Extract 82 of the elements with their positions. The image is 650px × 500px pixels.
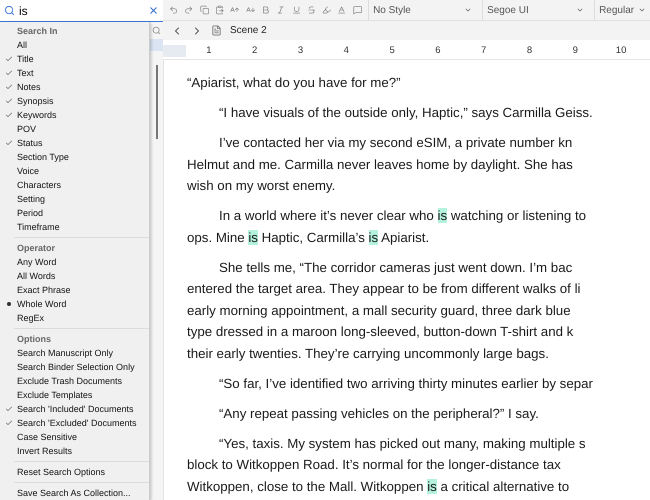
ruler-number: 9 [572,45,579,56]
menu-header: Options [16,333,52,346]
menu-item[interactable]: Reset Search Options [0,465,149,479]
undo-icon[interactable] [169,4,178,16]
menu-item[interactable]: RegEx [0,311,149,325]
menu-item[interactable]: Search 'Excluded' Documents [0,416,149,430]
text-line: In a world where it’s never clear who is watching or listening to [218,207,588,225]
menu-item[interactable]: Whole Word [0,297,149,311]
menu-item[interactable]: Voice [0,164,149,178]
highlighter-icon[interactable] [322,4,332,16]
search-icon [152,26,161,35]
menu-item[interactable]: Period [0,206,149,220]
menu-item[interactable]: Search 'Included' Documents [0,402,149,416]
menu-item[interactable]: All [0,38,149,52]
search-icon [4,5,15,16]
menu-item[interactable]: Characters [0,178,149,192]
caret-icon [576,6,584,14]
menu-item[interactable]: Timeframe [0,220,149,234]
menu-item[interactable]: Save Search As Collection... [0,486,149,500]
menu-item[interactable]: Exclude Trash Documents [0,374,149,388]
close-icon[interactable] [148,5,159,16]
menu-item[interactable]: Keywords [0,108,149,122]
selected-row [150,39,163,51]
caret-icon [464,6,472,14]
ruler-number: 8 [526,45,534,56]
menu-item[interactable]: Text [0,66,149,80]
menu-item[interactable]: All Words [0,269,149,283]
ruler-number: 3 [296,45,304,56]
search-input[interactable]: is [19,4,144,18]
ruler-number: 6 [434,45,442,56]
text-line: Helmut and me. Carmilla never leaves home by daylight. She has [187,156,574,174]
bold-icon[interactable] [260,4,270,16]
menu-item[interactable]: Exact Phrase [0,283,149,297]
text-color-icon[interactable] [337,4,347,16]
text-line: ops. Mine is Haptic, Carmilla’s is Apiarist. [187,228,430,247]
document-title[interactable]: Scene 2 [230,25,267,36]
text-line: their early twenties. They’re carrying uncommonly large bags. [187,344,550,363]
text-line: She tells me, “The corridor cameras just went down. I’m bac [218,258,574,277]
copy-icon[interactable] [200,4,209,16]
text-line: entered the target area. They appear to be from different walks of li [187,280,582,298]
text-line: “Apiarist, what do you have for me?” [187,74,402,92]
menu-item[interactable]: Title [0,52,149,66]
menu-item[interactable]: Section Type [0,150,149,164]
italic-icon[interactable] [276,4,286,16]
text-line: Witkoppen, close to the Mall. Witkoppen is a critical alternative to [187,478,570,496]
strikethrough-icon[interactable] [306,4,316,16]
menu-item[interactable]: Exclude Templates [0,388,149,402]
ruler-number: 4 [342,45,350,56]
document-icon [211,25,222,36]
menu-item[interactable]: Search Binder Selection Only [0,360,149,374]
menu-item[interactable]: POV [0,122,149,136]
menu-item[interactable]: Status [0,136,149,150]
text-line: block to Witkoppen Road. It’s normal for the longer-distance tax [187,456,562,474]
text-line: “Any repeat passing vehicles on the peripheral?” I say. [218,404,540,423]
menu-item[interactable]: Notes [0,80,149,94]
menu-item[interactable]: Search Manuscript Only [0,346,149,360]
comment-icon[interactable] [352,4,362,16]
text-line: “Yes, taxis. My system has picked out many, making multiple s [218,434,587,453]
text-line: type dressed in a maroon long-sleeved, button-down T-shirt and k [187,323,574,341]
menu-header: Search In [16,25,59,38]
menu-header: Operator [16,242,56,255]
menu-item[interactable]: Invert Results [0,444,149,458]
menu-item[interactable]: Synopsis [0,94,149,108]
caret-icon [638,6,646,14]
scrollbar-thumb[interactable] [156,65,158,139]
ruler-number: 1 [205,45,213,56]
ruler-number: 5 [388,45,396,56]
ruler-margin [163,44,186,56]
menu-item[interactable]: Any Word [0,255,149,269]
menu-item[interactable]: Setting [0,192,149,206]
redo-icon[interactable] [184,4,194,16]
text-line: “So far, I’ve identified two arriving thirty minutes earlier by separ [218,374,594,393]
ruler-number: 10 [614,45,628,56]
ruler-number: 7 [480,45,488,56]
menu-item[interactable]: Case Sensitive [0,430,149,444]
underline-icon[interactable] [292,4,301,16]
text-line: early morning appointment, a mall security guard, three dark blue [187,302,572,320]
text-line: I’ve contacted her via my second eSIM, a private number kn [218,134,574,152]
paste-icon[interactable] [214,4,224,16]
ruler-number: 2 [251,45,258,56]
text-line: wish on my worst enemy. [187,177,336,195]
text-line: “I have visuals of the outside only, Haptic,” says Carmilla Geiss. [218,104,594,122]
